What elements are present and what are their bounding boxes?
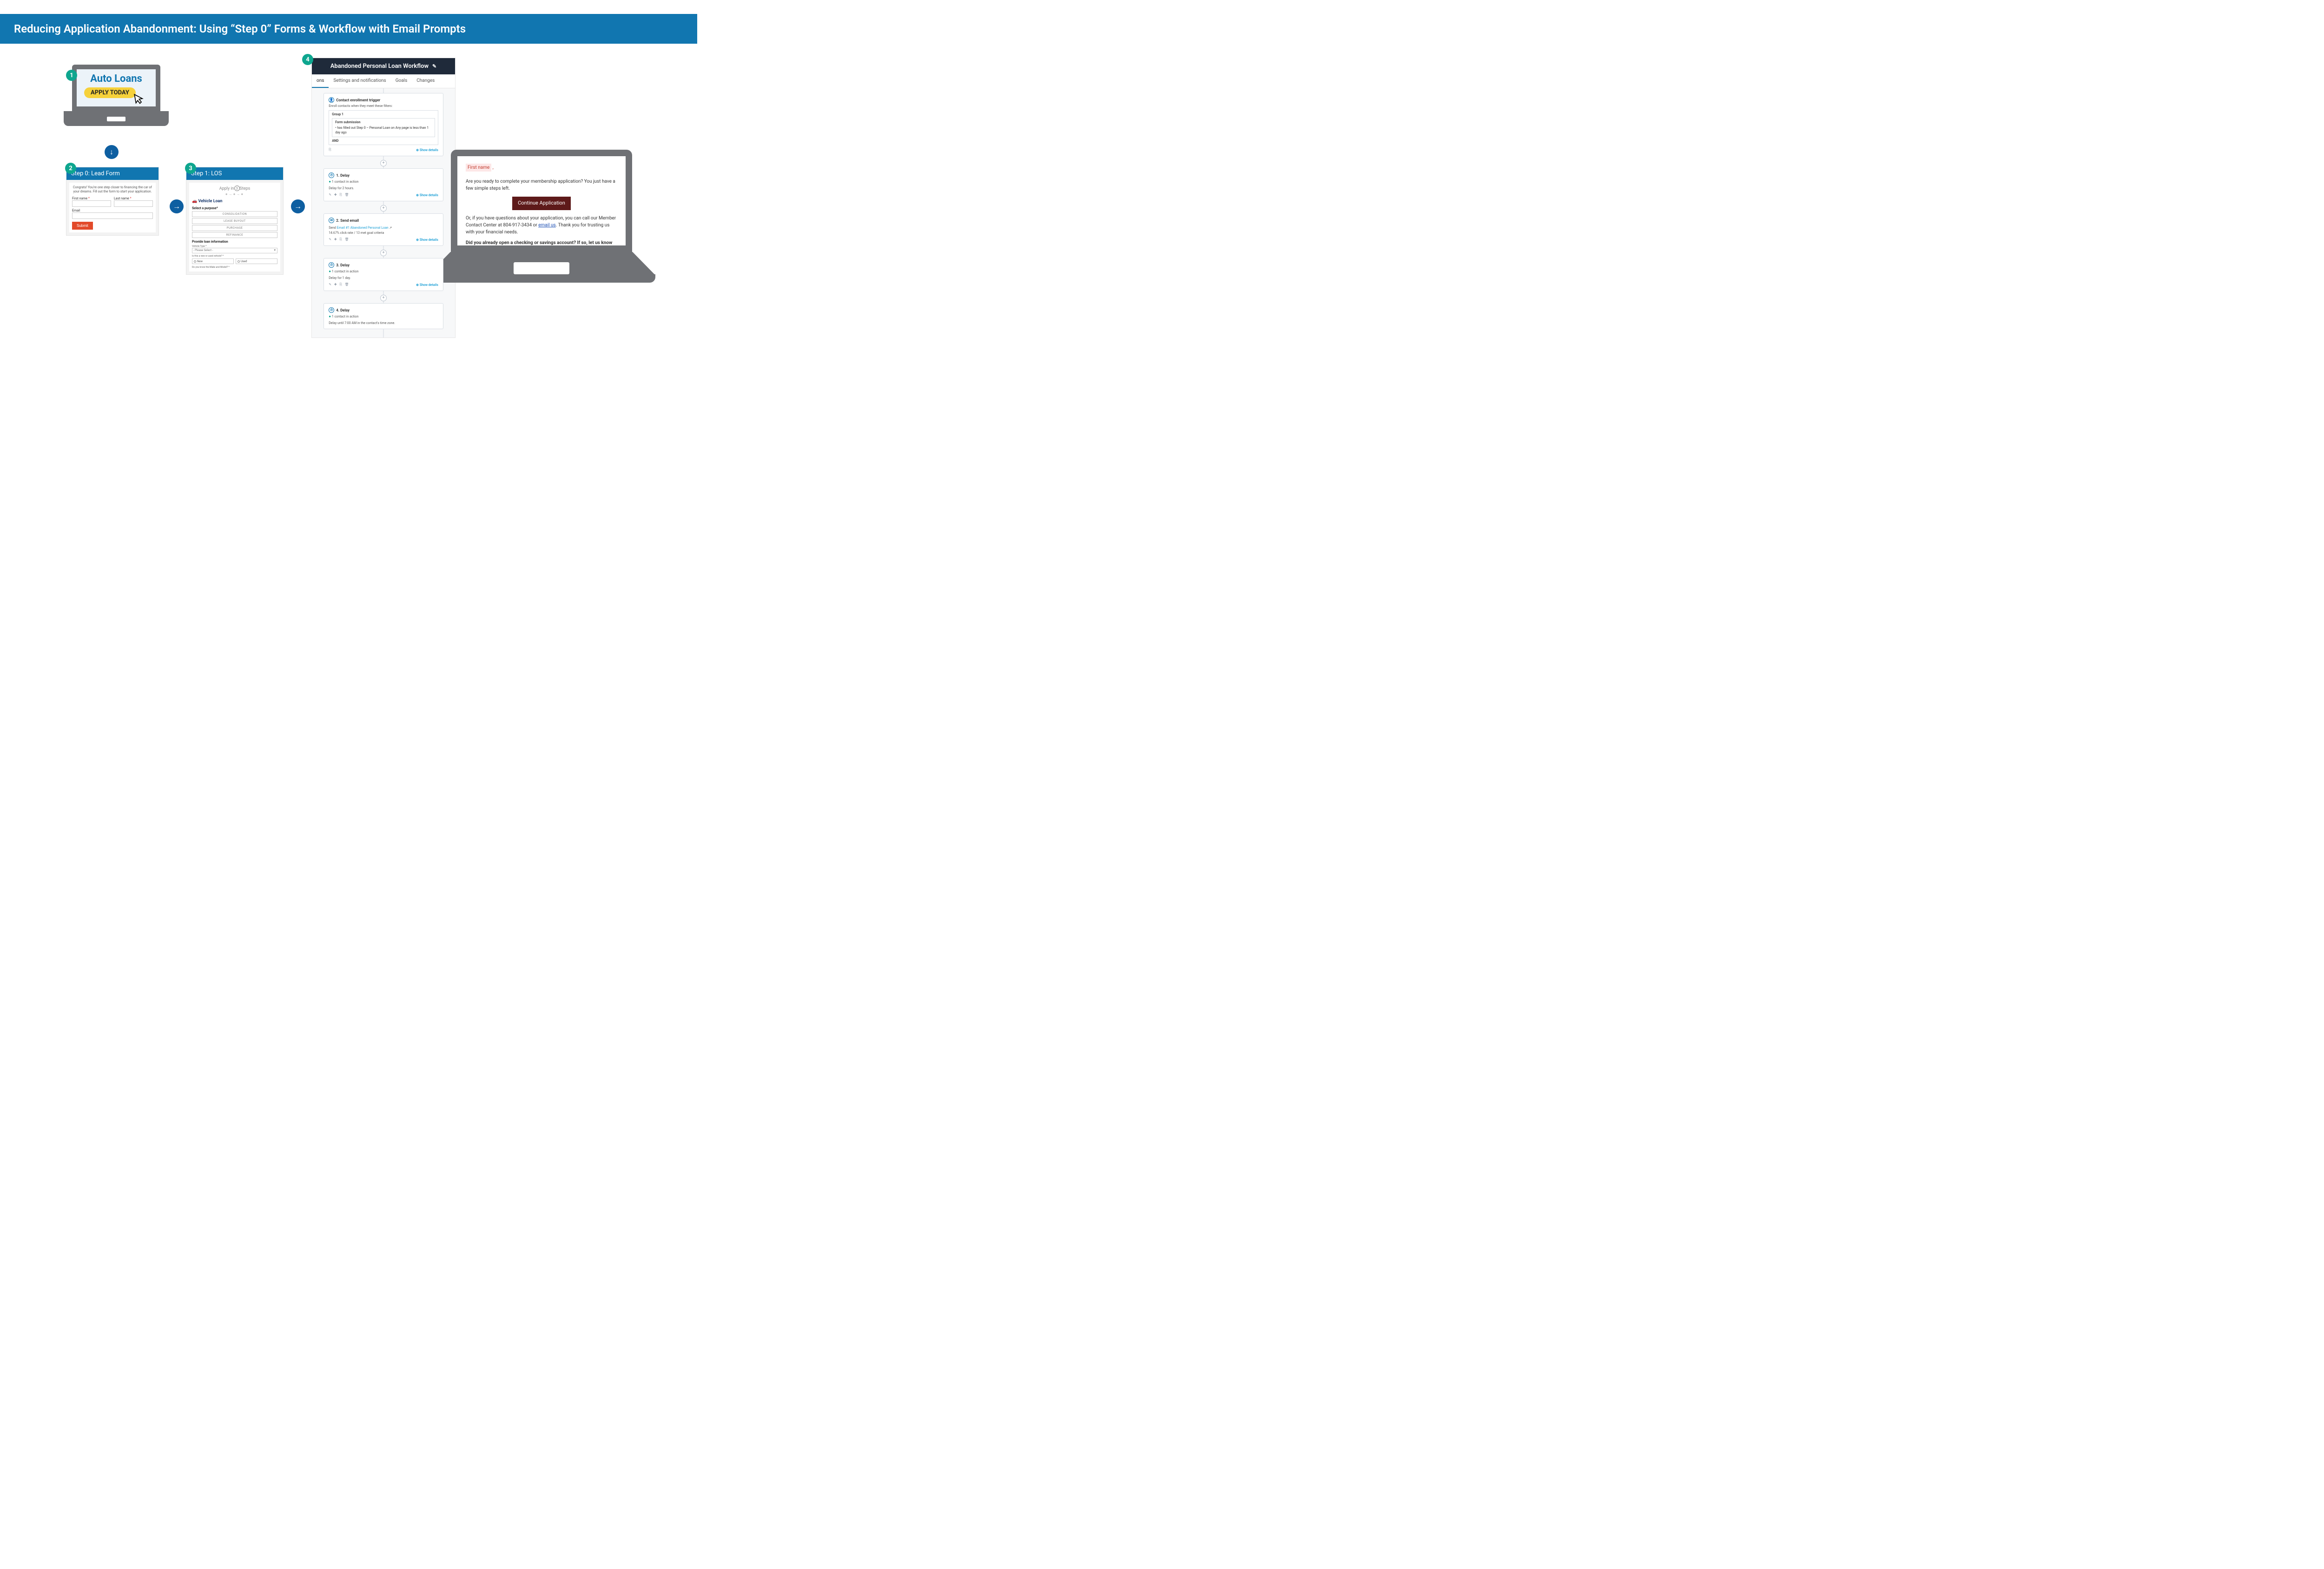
trigger-card[interactable]: 👤Contact enrollment trigger Enroll conta… (324, 93, 443, 156)
workflow-tabs: ons Settings and notifications Goals Cha… (312, 74, 455, 88)
submit-button[interactable]: Submit (72, 222, 93, 230)
arrow-right-icon: → (170, 199, 184, 213)
provide-loan-info-label: Provide loan information (192, 240, 277, 244)
add-step-icon[interactable]: + (380, 160, 387, 166)
send-email-card[interactable]: ✉2. Send email Send Email #1 Abandoned P… (324, 213, 443, 246)
auto-loans-laptop: Auto Loans APPLY TODAY (72, 65, 160, 126)
new-or-used-label: Is this a new or used vehicle? * (192, 255, 277, 258)
card-action-icons[interactable]: ✎ ✚ ⎘ 🗑 (329, 238, 350, 242)
apply-in-steps: Apply in3Steps (192, 185, 277, 191)
apply-today-button[interactable]: APPLY TODAY (84, 87, 136, 98)
card-action-icons[interactable]: ⎘ (329, 148, 332, 152)
step1-los-panel: Step 1: LOS Apply in3Steps ●→●→● 🚗 Vehic… (186, 167, 284, 275)
step-badge-4: 4 (302, 54, 313, 65)
tab-changes[interactable]: Changes (412, 74, 439, 88)
delay-2h-card[interactable]: ⏱1. Delay ● 1 contact in action Delay fo… (324, 168, 443, 201)
step0-intro-text: Congrats! You're one step closer to fina… (72, 185, 153, 194)
step0-lead-form-panel: Step 0: Lead Form Congrats! You're one s… (66, 167, 159, 236)
email-us-link[interactable]: email us (538, 223, 556, 228)
purpose-option[interactable]: CONSOLIDATION (192, 211, 277, 217)
email-input[interactable] (72, 212, 153, 219)
vehicle-loan-heading: 🚗 Vehicle Loan (192, 199, 277, 204)
person-icon: 👤 (329, 97, 334, 103)
step1-header: Step 1: LOS (186, 167, 283, 180)
auto-loans-heading: Auto Loans (79, 73, 153, 85)
step0-header: Step 0: Lead Form (66, 167, 158, 180)
laptop-base (451, 252, 632, 285)
first-name-label: First name * (72, 197, 111, 200)
email-p3: Did you already open a checking or savin… (466, 239, 617, 252)
step-badge-3: 3 (185, 163, 196, 174)
vehicle-type-select[interactable]: - Please Select - (192, 248, 277, 253)
pencil-icon[interactable]: ✎ (432, 63, 436, 69)
purpose-option[interactable]: LEASE BUYOUT (192, 218, 277, 224)
step-progress-dots: ●→●→● (192, 192, 277, 196)
email-p2: Or, if you have questions about your app… (466, 215, 617, 236)
step-badge-2: 2 (65, 163, 76, 174)
laptop-base (64, 111, 169, 126)
card-action-icons[interactable]: ✎ ✚ ⎘ 🗑 (329, 283, 350, 287)
last-name-input[interactable] (114, 200, 153, 207)
clock-icon: ⏱ (329, 172, 334, 178)
radio-used[interactable]: Used (236, 258, 277, 264)
email-link[interactable]: Email #1 Abandoned Personal Loan (337, 226, 389, 230)
purpose-option[interactable]: REFINANCE (192, 232, 277, 238)
add-step-icon[interactable]: + (380, 250, 387, 256)
tab-settings[interactable]: Settings and notifications (329, 74, 390, 88)
last-name-label: Last name * (114, 197, 153, 200)
first-name-input[interactable] (72, 200, 111, 207)
trigger-subtext: Enroll contacts when they meet these fil… (329, 104, 438, 108)
trigger-group: Group 1 Form submission • has filled out… (329, 110, 438, 145)
clock-icon: ⏱ (329, 262, 334, 268)
email-label: Email (72, 209, 153, 212)
make-model-label: Do you know the Make and Model? * (192, 266, 277, 269)
email-body: First name , Are you ready to complete y… (451, 150, 632, 252)
firstname-token: First name (466, 164, 491, 172)
card-action-icons[interactable]: ✎ ✚ ⎘ 🗑 (329, 193, 350, 197)
show-details-link[interactable]: ⊕ Show details (416, 238, 438, 242)
tab-goals[interactable]: Goals (391, 74, 412, 88)
clock-icon: ⏱ (329, 307, 334, 313)
add-step-icon[interactable]: + (380, 295, 387, 301)
show-details-link[interactable]: ⊕ Show details (416, 283, 438, 287)
clicking-here-link[interactable]: clicking here (472, 247, 498, 252)
workflow-panel: Abandoned Personal Loan Workflow ✎ ons S… (311, 58, 456, 338)
purpose-option[interactable]: PURCHASE (192, 225, 277, 231)
continue-application-button[interactable]: Continue Application (512, 197, 571, 210)
add-step-icon[interactable]: + (380, 205, 387, 212)
email-p1: Are you ready to complete your membershi… (466, 178, 617, 192)
mail-icon: ✉ (329, 218, 334, 223)
show-details-link[interactable]: ⊕ Show details (416, 148, 438, 152)
arrow-down-icon: ↓ (105, 145, 119, 159)
email-preview-laptop: First name , Are you ready to complete y… (451, 150, 632, 285)
cursor-icon (132, 92, 147, 109)
tab-actions[interactable]: ons (312, 74, 329, 88)
arrow-right-icon: → (291, 199, 305, 213)
select-purpose-label: Select a purpose* (192, 206, 277, 210)
page-title: Reducing Application Abandonment: Using … (0, 14, 697, 44)
delay-7am-card[interactable]: ⏱4. Delay ● 1 contact in action Delay un… (324, 303, 443, 329)
step-badge-1: 1 (66, 70, 77, 81)
radio-new[interactable]: New (192, 258, 234, 264)
diagram-canvas: 1 2 3 4 ↓ → → Auto Loans APPLY TODAY Ste… (0, 44, 697, 390)
car-icon: 🚗 (192, 199, 197, 204)
delay-1d-card[interactable]: ⏱3. Delay ● 1 contact in action Delay fo… (324, 258, 443, 291)
show-details-link[interactable]: ⊕ Show details (416, 193, 438, 197)
workflow-title-bar: Abandoned Personal Loan Workflow ✎ (312, 58, 455, 74)
